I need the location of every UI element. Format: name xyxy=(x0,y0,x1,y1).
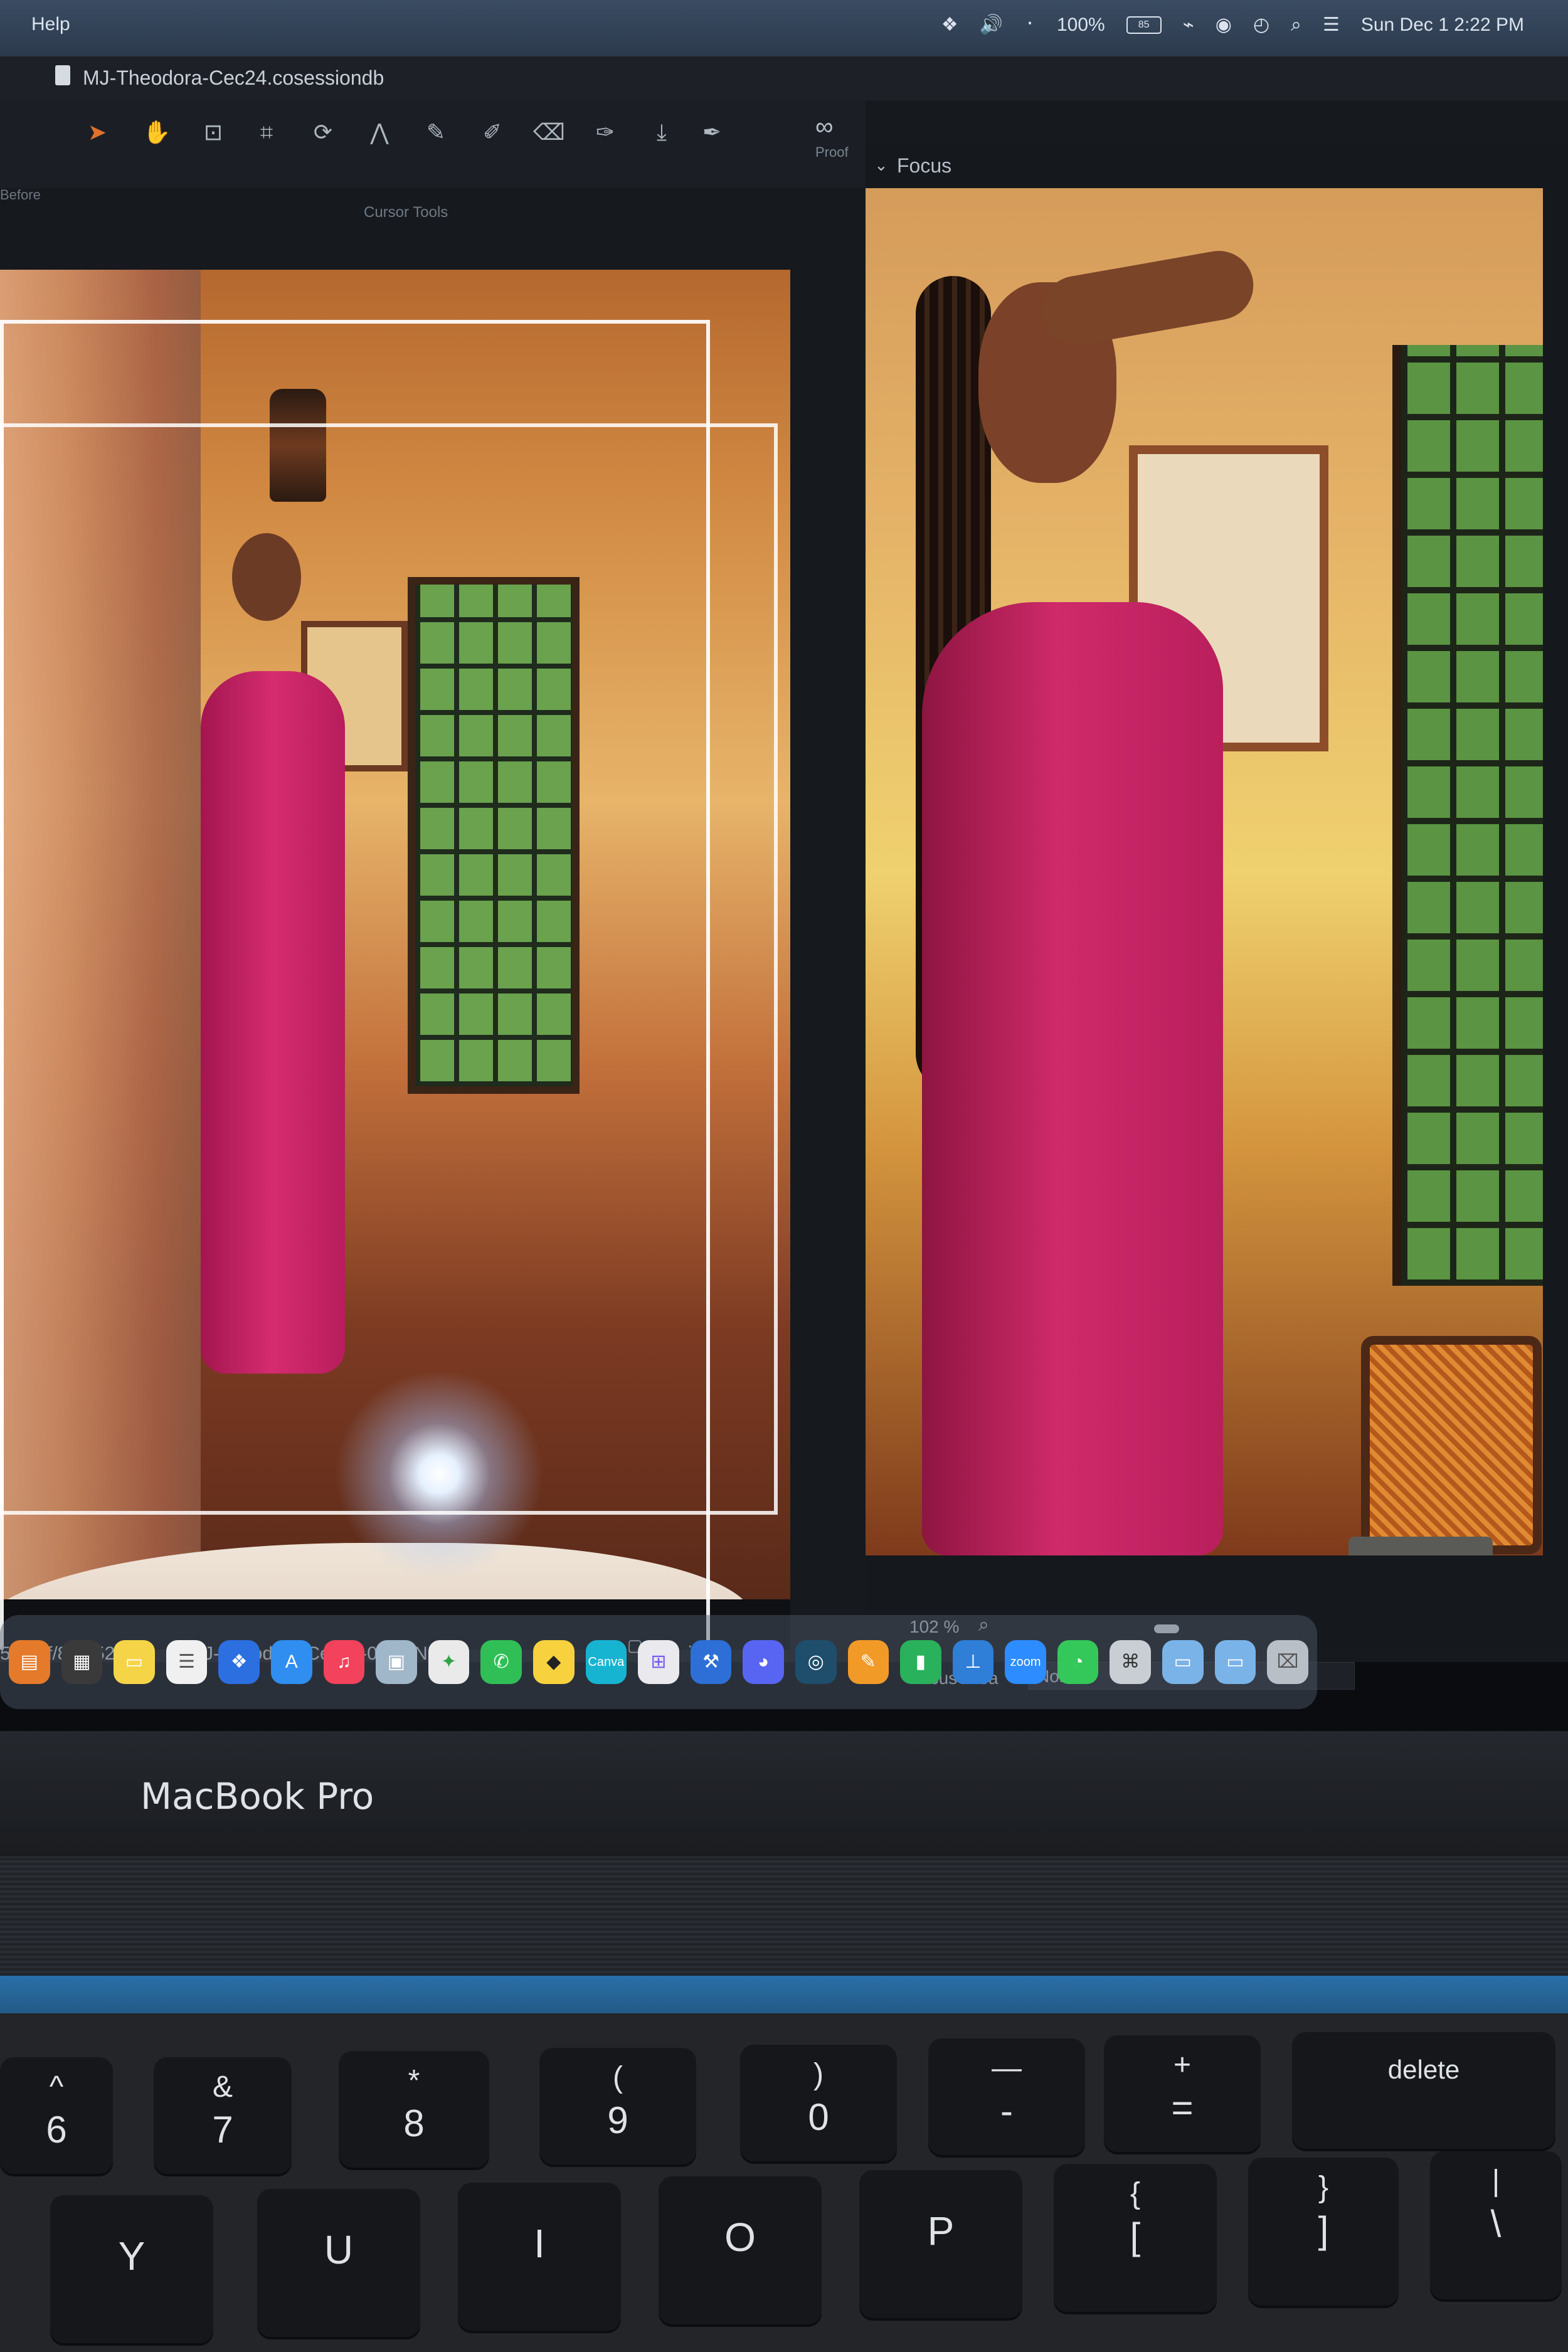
spot-removal-icon[interactable]: ✎ xyxy=(420,117,452,148)
key-close-bracket[interactable]: }] xyxy=(1248,2158,1399,2308)
key-minus[interactable]: — - xyxy=(928,2038,1085,2158)
volume-icon[interactable]: 🔊 xyxy=(980,14,1003,36)
model-raised-arm xyxy=(1037,245,1259,351)
proof-glasses-icon[interactable]: ∞ xyxy=(815,113,834,141)
focus-title: Focus xyxy=(897,154,952,177)
wifi-off-icon[interactable]: ⌁ xyxy=(1183,14,1194,36)
brand-label: MacBook Pro xyxy=(140,1775,374,1818)
menu-help[interactable]: Help xyxy=(31,14,70,35)
focus-header[interactable]: ⌄ Focus xyxy=(866,144,1568,188)
menu-clock: Sun Dec 1 2:22 PM xyxy=(1360,14,1524,35)
loupe-icon[interactable]: ⊡ xyxy=(198,117,229,148)
blue-tape-strip xyxy=(0,1976,1568,2013)
dropbox-app-icon[interactable]: ❖ xyxy=(218,1640,260,1684)
key-equals[interactable]: + = xyxy=(1104,2035,1261,2154)
screenshot-app-icon[interactable]: ⌘ xyxy=(1110,1640,1152,1684)
app-store-icon[interactable]: A xyxy=(270,1640,312,1684)
brush-icon[interactable]: ✐ xyxy=(477,117,508,148)
numbers-app-icon[interactable]: ▮ xyxy=(900,1640,941,1684)
trash-icon[interactable]: ⌧ xyxy=(1267,1640,1308,1684)
select-cursor-icon[interactable]: ➤ xyxy=(82,117,113,148)
crop-icon[interactable]: ⌗ xyxy=(251,117,282,148)
window-titlebar: MJ-Theodora-Cec24.cosessiondb xyxy=(0,56,1568,100)
books-app-icon[interactable]: ▤ xyxy=(9,1640,50,1684)
annotate-icon[interactable]: ✒ xyxy=(696,117,728,148)
key-9[interactable]: (9 xyxy=(539,2048,696,2167)
eraser-icon[interactable]: ⌫ xyxy=(533,117,565,148)
key-y[interactable]: Y xyxy=(50,2195,213,2346)
laptop-screen: Help ❖ 🔊 ᛫ 100% 85 ⌁ ◉ ◴ ⌕ ☰ Sun Dec 1 2… xyxy=(0,0,1568,1731)
focus-photo-model xyxy=(903,188,1317,1555)
messages-app-icon[interactable]: ◔ xyxy=(1057,1640,1099,1684)
time-machine-icon[interactable]: ◴ xyxy=(1253,14,1269,36)
key-i[interactable]: I xyxy=(458,2183,621,2333)
window-title: MJ-Theodora-Cec24.cosessiondb xyxy=(83,66,384,89)
gradient-mask-icon[interactable]: ✑ xyxy=(590,117,621,148)
focus-photo-window xyxy=(1392,345,1543,1286)
keyboard: ^ 6 & 7 * 8 (9 ) 0 — - + = delete Y U I O P {[… xyxy=(0,2013,1568,2352)
capture-one-window: MJ-Theodora-Cec24.cosessiondb ➤ ✋ ⊡ ⌗ ⟳ … xyxy=(0,56,1568,1690)
documents-folder-icon[interactable]: ▭ xyxy=(1214,1640,1256,1684)
canva-app-icon[interactable]: Canva xyxy=(585,1640,627,1684)
pan-hand-icon[interactable]: ✋ xyxy=(141,117,172,148)
key-6[interactable]: ^ 6 xyxy=(0,2057,113,2176)
rotate-icon[interactable]: ⟳ xyxy=(307,117,339,148)
music-app-icon[interactable]: ♫ xyxy=(323,1640,365,1684)
document-icon xyxy=(55,65,70,85)
main-viewer[interactable] xyxy=(0,270,790,1650)
key-p[interactable]: P xyxy=(859,2170,1022,2321)
keynote-app-icon[interactable]: ⊥ xyxy=(952,1640,994,1684)
cursor-tools-label: Cursor Tools xyxy=(364,204,448,221)
notes-app-icon[interactable]: ▭ xyxy=(114,1640,155,1684)
model-pink-dress-closeup xyxy=(922,602,1223,1555)
chevron-down-icon[interactable]: ⌄ xyxy=(874,156,888,175)
user-icon[interactable]: ◉ xyxy=(1216,14,1232,36)
evernote-app-icon[interactable]: ✦ xyxy=(428,1640,470,1684)
focus-panel: ⌄ Focus 102 % ⌕ xyxy=(866,144,1568,1690)
key-7[interactable]: & 7 xyxy=(154,2057,292,2176)
picker-icon[interactable]: ⤓ xyxy=(646,117,677,148)
control-center-icon[interactable]: ☰ xyxy=(1323,14,1340,36)
focus-photo[interactable] xyxy=(866,188,1543,1555)
proof-label: Proof xyxy=(815,144,849,160)
laptop: Help ❖ 🔊 ᛫ 100% 85 ⌁ ◉ ◴ ⌕ ☰ Sun Dec 1 2… xyxy=(0,0,1568,2352)
key-open-bracket[interactable]: {[ xyxy=(1054,2164,1217,2314)
calculator-app-icon[interactable]: ▦ xyxy=(61,1640,103,1684)
key-o[interactable]: O xyxy=(659,2176,822,2327)
notes-yellow-app-icon[interactable]: ◆ xyxy=(532,1640,575,1684)
downloads-folder-icon[interactable]: ▭ xyxy=(1162,1640,1204,1684)
bluetooth-icon[interactable]: ᛫ xyxy=(1024,14,1036,36)
key-8[interactable]: * 8 xyxy=(339,2051,489,2170)
whatsapp-app-icon[interactable]: ✆ xyxy=(480,1640,522,1684)
spotlight-search-icon[interactable]: ⌕ xyxy=(1291,14,1301,36)
key-backslash[interactable]: | \ xyxy=(1430,2151,1562,2302)
dock: ▤ ▦ ▭ ☰ ❖ A ♫ ▣ ✦ ✆ ◆ Canva ⊞ ⚒ ◕ ◎ ✎ ▮ … xyxy=(0,1615,1317,1709)
dropbox-menu-icon[interactable]: ❖ xyxy=(941,14,958,36)
crop-frame-inner[interactable] xyxy=(0,423,778,1515)
xcode-app-icon[interactable]: ⚒ xyxy=(690,1640,732,1684)
menu-bar: Help ❖ 🔊 ᛫ 100% 85 ⌁ ◉ ◴ ⌕ ☰ Sun Dec 1 2… xyxy=(0,0,1568,56)
focus-app-icon[interactable]: ◎ xyxy=(795,1640,837,1684)
discord-app-icon[interactable]: ◕ xyxy=(743,1640,784,1684)
proof-control[interactable]: ∞ Proof xyxy=(815,113,849,161)
focus-photo-typewriter xyxy=(1348,1537,1493,1555)
keystone-icon[interactable]: ⋀ xyxy=(364,117,395,148)
laptop-bezel: MacBook Pro xyxy=(0,1731,1568,1857)
key-0[interactable]: ) 0 xyxy=(740,2045,897,2164)
zoom-app-icon[interactable]: zoom xyxy=(1005,1640,1046,1684)
key-delete[interactable]: delete xyxy=(1292,2032,1555,2151)
preview-app-icon[interactable]: ▣ xyxy=(376,1640,417,1684)
battery-percent: 100% xyxy=(1056,14,1105,35)
launchpad-app-icon[interactable]: ⊞ xyxy=(638,1640,679,1684)
status-area: ❖ 🔊 ᛫ 100% 85 ⌁ ◉ ◴ ⌕ ☰ Sun Dec 1 2:22 P… xyxy=(941,14,1524,36)
before-label: Before xyxy=(0,187,41,203)
reminders-app-icon[interactable]: ☰ xyxy=(166,1640,208,1684)
battery-icon[interactable]: 85 xyxy=(1126,16,1162,34)
focus-photo-chair xyxy=(1361,1336,1542,1554)
pages-app-icon[interactable]: ✎ xyxy=(847,1640,889,1684)
key-u[interactable]: U xyxy=(257,2189,420,2339)
laptop-hinge xyxy=(0,1857,1568,1976)
cursor-toolbar: ➤ ✋ ⊡ ⌗ ⟳ ⋀ ✎ ✐ ⌫ ✑ ⤓ ✒ Before Cursor To… xyxy=(0,100,866,221)
